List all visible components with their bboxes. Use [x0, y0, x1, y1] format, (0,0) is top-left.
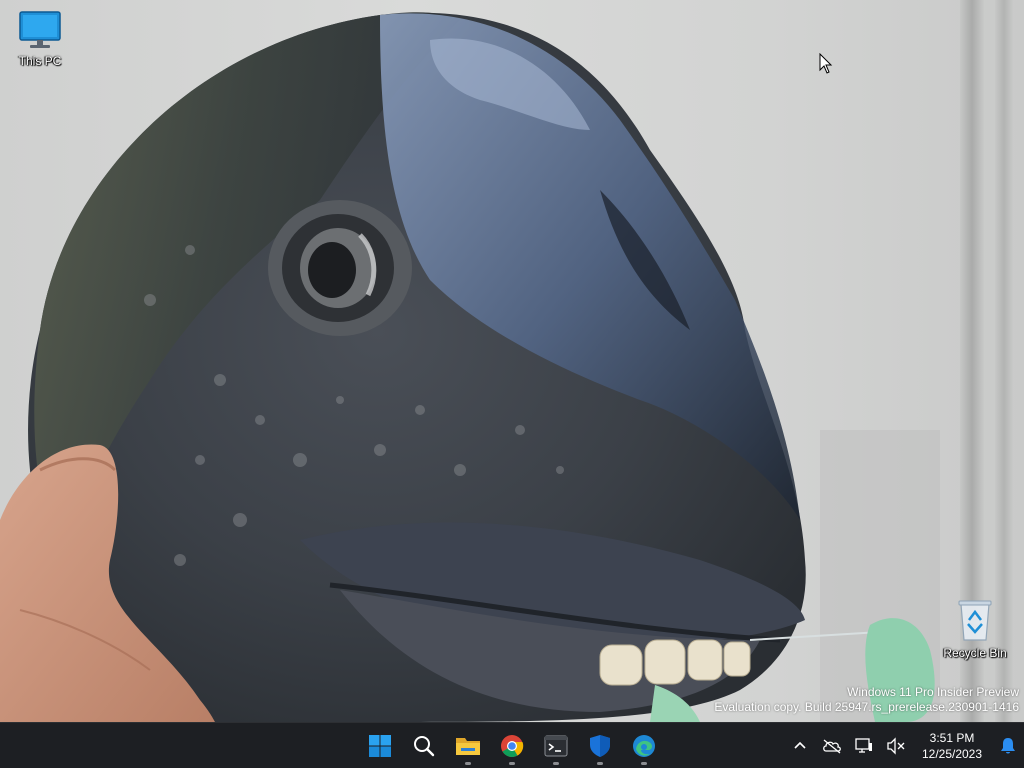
mouse-cursor-icon — [819, 53, 833, 74]
recycle-bin-label: Recycle Bin — [943, 646, 1007, 660]
running-indicator — [597, 762, 603, 765]
running-indicator — [553, 762, 559, 765]
running-indicator — [509, 762, 515, 765]
chevron-up-icon — [794, 741, 806, 749]
monitor-icon — [19, 11, 61, 48]
clock-button[interactable]: 3:51 PM 12/25/2023 — [912, 726, 992, 766]
taskbar-pinned-apps — [360, 723, 664, 768]
clock-time: 3:51 PM — [929, 731, 975, 745]
show-hidden-icons-button[interactable] — [784, 726, 816, 766]
network-button[interactable] — [848, 726, 880, 766]
terminal-icon — [544, 735, 568, 757]
volume-muted-icon — [887, 737, 905, 755]
onedrive-button[interactable] — [816, 726, 848, 766]
recycle-bin-icon — [958, 600, 992, 641]
watermark-build: Evaluation copy. Build 25947.rs_prerelea… — [714, 700, 1019, 714]
desktop-icon-this-pc[interactable]: This PC — [2, 10, 78, 68]
search-button[interactable] — [404, 726, 444, 766]
bell-icon — [1001, 738, 1015, 754]
folder-icon — [456, 738, 480, 755]
shield-icon — [590, 735, 610, 757]
edge-icon — [633, 735, 655, 757]
system-tray: 3:51 PM 12/25/2023 — [784, 723, 1024, 768]
clock-date: 12/25/2023 — [921, 747, 983, 761]
edge-button[interactable] — [624, 726, 664, 766]
running-indicator — [465, 762, 471, 765]
chrome-icon — [501, 735, 524, 757]
onedrive-offline-icon — [823, 739, 841, 754]
search-icon — [414, 736, 435, 757]
desktop-icon-recycle-bin[interactable]: Recycle Bin — [937, 598, 1013, 660]
volume-button[interactable] — [880, 726, 912, 766]
notifications-button[interactable] — [992, 726, 1024, 766]
wallpaper-fish-photo — [0, 0, 1013, 722]
evaluation-watermark: Windows 11 Pro Insider Preview Evaluatio… — [714, 685, 1019, 715]
terminal-button[interactable] — [536, 726, 576, 766]
desktop-wallpaper — [0, 0, 1024, 722]
start-button[interactable] — [360, 726, 400, 766]
watermark-edition: Windows 11 Pro Insider Preview — [847, 685, 1019, 699]
network-icon — [855, 738, 872, 753]
taskbar: 3:51 PM 12/25/2023 — [0, 722, 1024, 768]
windows-start-icon — [369, 735, 391, 757]
this-pc-label: This PC — [18, 54, 62, 68]
chrome-button[interactable] — [492, 726, 532, 766]
running-indicator — [641, 762, 647, 765]
windows-security-button[interactable] — [580, 726, 620, 766]
file-explorer-button[interactable] — [448, 726, 488, 766]
